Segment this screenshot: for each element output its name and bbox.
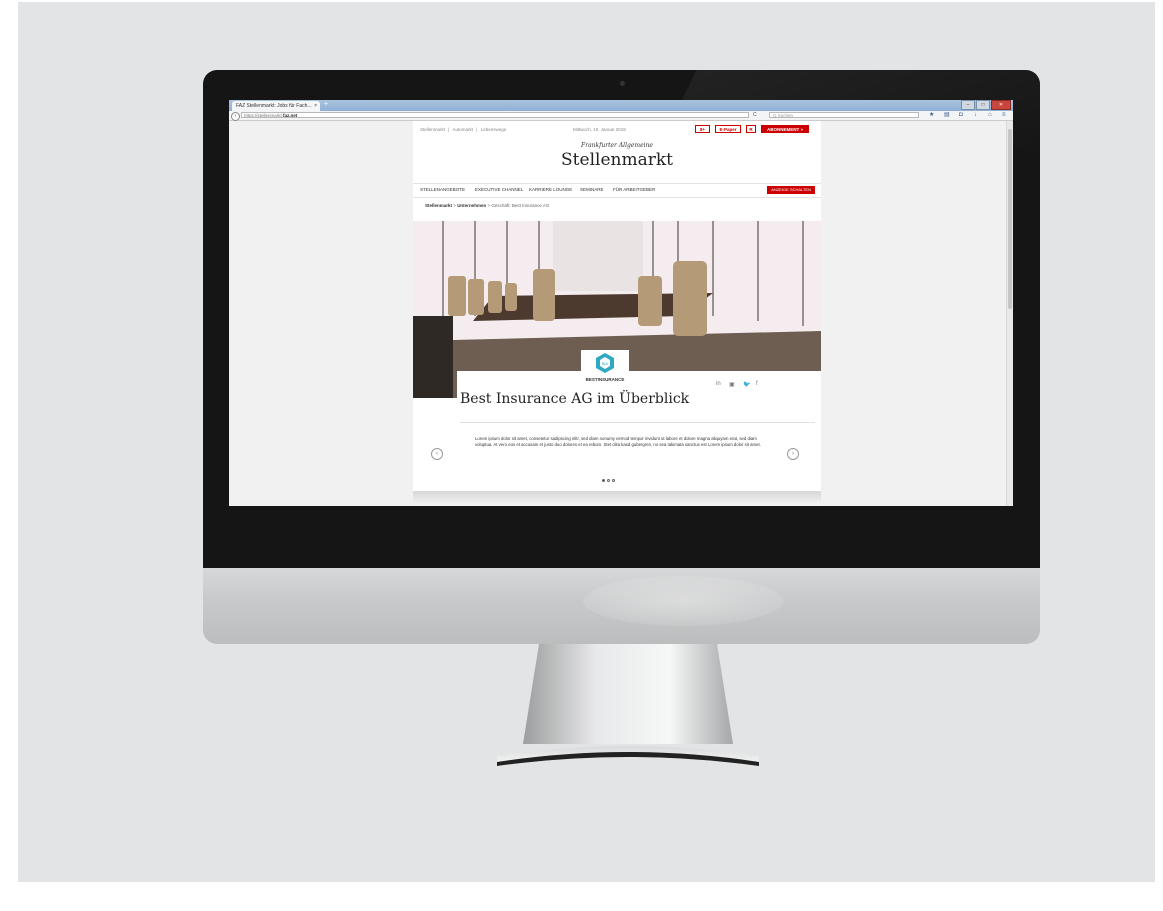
browser-viewport: Stellenmarkt | Automarkt | Lebenswege Mi… (229, 121, 1006, 506)
logo-mark: BiA (602, 361, 609, 366)
close-window-button[interactable]: ✕ (991, 100, 1011, 110)
carousel-dot[interactable] (612, 479, 615, 482)
facebook-icon[interactable]: f (756, 381, 758, 387)
twitter-icon[interactable]: 🐦 (743, 381, 750, 388)
search-input[interactable]: Q Suchen (769, 112, 919, 118)
nav-stellenangebote[interactable]: STELLENANGEBOTE (420, 187, 465, 192)
chin-highlight (583, 576, 783, 626)
stellenmarkt-logo[interactable]: Stellenmarkt (413, 150, 821, 170)
url-domain: faz.net (283, 113, 298, 118)
camera-icon (620, 81, 625, 86)
company-title: Best Insurance AG im Überblick (460, 391, 690, 407)
company-logo: BiA BESTINSURANCE (581, 350, 629, 390)
divider (460, 422, 815, 423)
faz-logo-small[interactable]: Frankfurter Allgemeine (413, 142, 821, 149)
company-card (457, 371, 821, 489)
company-logo-icon: BiA (596, 353, 614, 373)
company-logo-text: BESTINSURANCE (585, 377, 625, 382)
next-section-image (413, 491, 821, 506)
carousel-next-button[interactable]: › (787, 448, 799, 460)
back-button[interactable]: ‹ (231, 112, 240, 121)
tab-title: FAZ Stellenmarkt: Jobs für Fach... (236, 103, 312, 109)
web-page: Stellenmarkt | Automarkt | Lebenswege Mi… (413, 121, 821, 506)
reading-list-icon[interactable]: ▤ (944, 112, 950, 119)
link-stellenmarkt[interactable]: Stellenmarkt (420, 127, 445, 132)
nav-seminare[interactable]: SEMINARE (580, 187, 604, 192)
company-description: Lorem ipsum dolor sit amet, consetetur s… (475, 436, 761, 447)
vertical-scrollbar[interactable] (1006, 121, 1013, 506)
main-navigation: STELLENANGEBOTE EXECUTIVE CHANNEL KARRIE… (413, 183, 821, 198)
home-icon[interactable]: ⌂ (988, 112, 992, 119)
subscribe-button[interactable]: ABONNEMENT » (761, 125, 809, 133)
carousel-dot[interactable] (602, 479, 605, 482)
breadcrumb-current: Geschäft: Best Insurance AG (491, 203, 550, 208)
pocket-icon[interactable]: ◘ (959, 112, 963, 119)
carousel-dots (602, 469, 617, 487)
link-separator: | (448, 127, 450, 132)
new-tab-button[interactable]: + (324, 100, 328, 110)
browser-tab[interactable]: FAZ Stellenmarkt: Jobs für Fach... × (232, 101, 320, 111)
breadcrumb-separator: > (487, 203, 491, 208)
scrollbar-thumb[interactable] (1008, 129, 1012, 309)
reload-icon[interactable]: C (753, 112, 757, 118)
browser-toolbar: ‹ https://stellenmarkt.faz.net C Q Suche… (229, 111, 1013, 121)
monitor-chin (203, 568, 1040, 644)
carousel-prev-button[interactable]: ‹ (431, 448, 443, 460)
breadcrumb: Stellenmarkt > Unternehmen > Geschäft: B… (425, 203, 549, 208)
tab-close-icon[interactable]: × (314, 101, 317, 111)
epaper-button[interactable]: E-Paper (715, 125, 741, 133)
link-lebenswege[interactable]: Lebenswege (481, 127, 507, 132)
nav-executive-channel[interactable]: EXECUTIVE CHANNEL (475, 187, 523, 192)
link-separator: | (476, 127, 478, 132)
youtube-icon[interactable]: ▣ (729, 381, 735, 388)
nav-fuer-arbeitgeber[interactable]: FÜR ARBEITGEBER (613, 187, 655, 192)
nav-karriere-lounge[interactable]: KARRIERE LOUNGE (529, 187, 572, 192)
browser-tab-bar: FAZ Stellenmarkt: Jobs für Fach... × + –… (229, 100, 1013, 111)
linkedin-icon[interactable]: in (716, 381, 721, 387)
monitor-screen: FAZ Stellenmarkt: Jobs für Fach... × + –… (229, 100, 1013, 506)
bookmark-star-icon[interactable]: ★ (929, 112, 934, 119)
maximize-button[interactable]: □ (976, 100, 990, 110)
carousel-dot[interactable] (607, 479, 610, 482)
current-date: Mittwoch, 10. Januar 2018 (573, 127, 626, 132)
top-links: Stellenmarkt | Automarkt | Lebenswege (420, 127, 508, 132)
monitor-bezel: FAZ Stellenmarkt: Jobs für Fach... × + –… (203, 70, 1040, 568)
google-plus-button[interactable]: 8+ (695, 125, 710, 133)
minimize-button[interactable]: – (961, 100, 975, 110)
breadcrumb-home[interactable]: Stellenmarkt (425, 203, 452, 208)
link-automarkt[interactable]: Automarkt (452, 127, 473, 132)
url-prefix: https://stellenmarkt. (244, 113, 284, 118)
menu-icon[interactable]: ≡ (1002, 112, 1006, 119)
download-icon[interactable]: ↓ (974, 112, 977, 119)
window-controls: – □ ✕ (961, 100, 1011, 110)
breadcrumb-separator: > (453, 203, 456, 208)
breadcrumb-section[interactable]: Unternehmen (457, 203, 486, 208)
place-ad-button[interactable]: ANZEIGE SCHALTEN (767, 186, 815, 194)
rss-button[interactable]: R (746, 125, 756, 133)
monitor-stand (497, 644, 759, 766)
address-bar[interactable]: https://stellenmarkt.faz.net (241, 112, 749, 118)
